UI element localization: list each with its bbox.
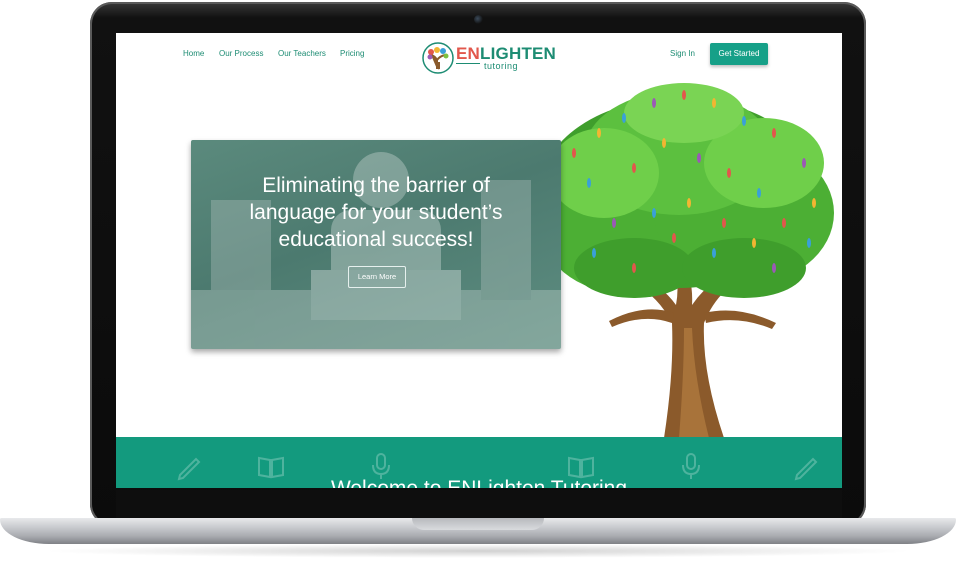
camera-icon — [474, 15, 483, 24]
tree-logo-icon — [422, 42, 454, 74]
learn-more-button[interactable]: Learn More — [348, 266, 406, 288]
hero-title-line: educational success! — [278, 228, 474, 251]
hero-title-line: Eliminating the barrier of — [262, 174, 490, 197]
sign-in-link[interactable]: Sign In — [670, 49, 695, 58]
hero-title-line: language for your student’s — [249, 201, 503, 224]
hero-card: Eliminating the barrier of language for … — [191, 140, 561, 349]
enlighten-logo[interactable]: ENLIGHTEN tutoring — [422, 41, 556, 75]
nav-pricing-link[interactable]: Pricing — [340, 49, 364, 58]
welcome-band: Welcome to ENLighten Tutoring — [116, 437, 842, 488]
hero-title: Eliminating the barrier of language for … — [191, 172, 561, 253]
nav-our-teachers-link[interactable]: Our Teachers — [278, 49, 326, 58]
website-screen: Home Our Process Our Teachers Pricing EN… — [116, 33, 842, 488]
nav-our-process-link[interactable]: Our Process — [219, 49, 263, 58]
nav-home-link[interactable]: Home — [183, 49, 204, 58]
laptop-bezel — [116, 490, 842, 518]
logo-divider — [456, 63, 480, 64]
tree-illustration — [539, 83, 834, 438]
get-started-button[interactable]: Get Started — [710, 43, 768, 65]
welcome-title: Welcome to ENLighten Tutoring — [116, 477, 842, 488]
laptop-notch — [412, 518, 544, 530]
laptop-shadow — [40, 544, 916, 558]
logo-subtitle: tutoring — [484, 61, 519, 71]
logo-wordmark-en: EN — [456, 44, 481, 63]
